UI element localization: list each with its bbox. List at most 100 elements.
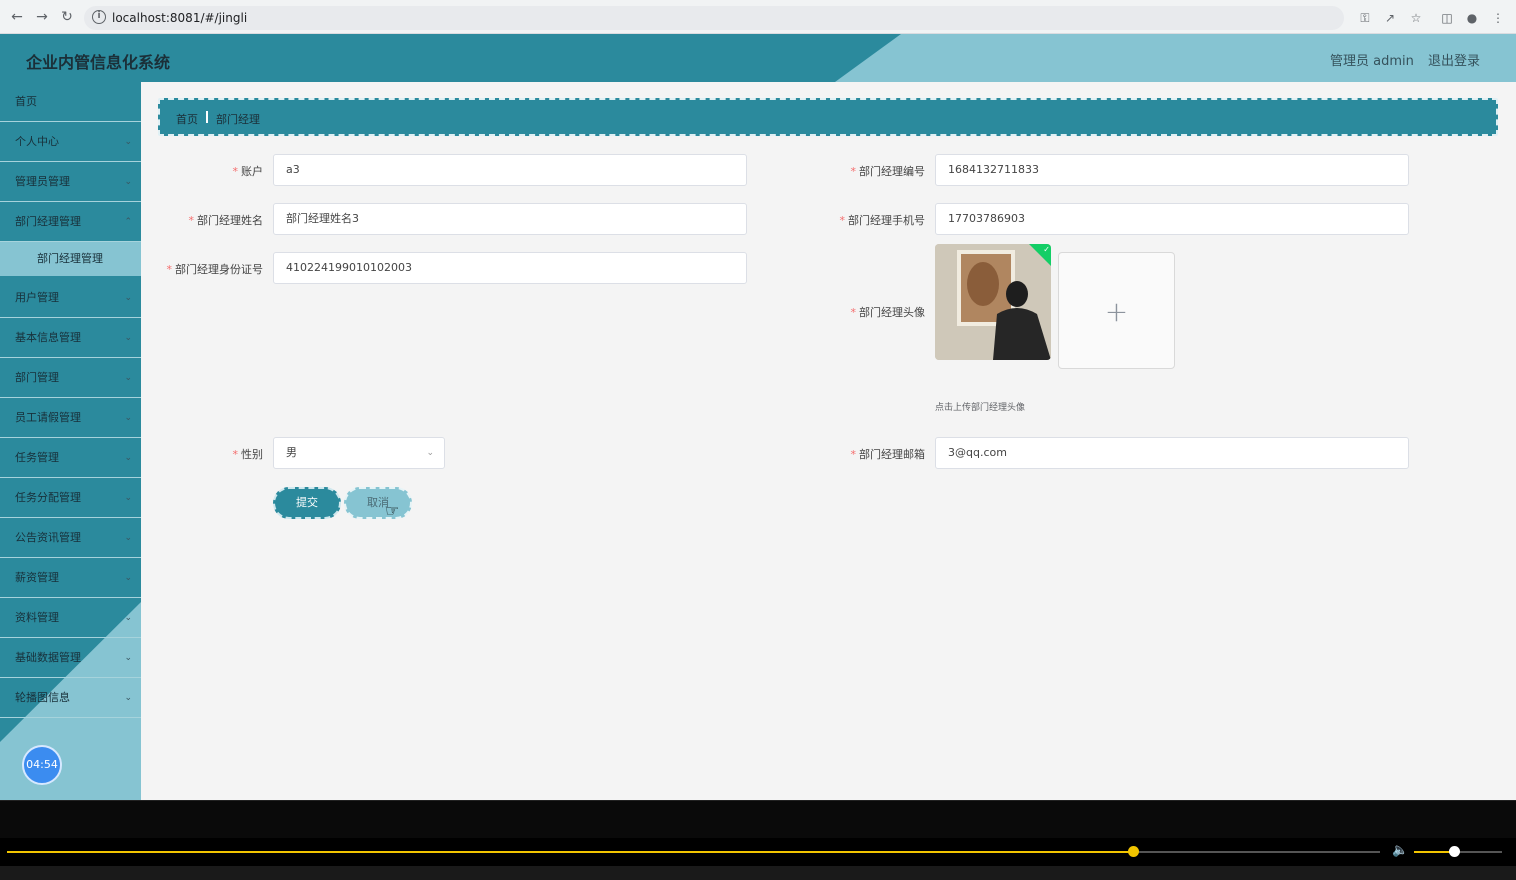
chevron-down-icon: ⌄ <box>124 533 132 543</box>
sidebar-item-label: 用户管理 <box>15 291 59 304</box>
avatar-label: * 部门经理头像 <box>850 306 926 319</box>
sidebar-subitem-manager[interactable]: 部门经理管理 <box>0 242 141 276</box>
sidebar-item-department[interactable]: 部门管理 ⌄ <box>0 358 141 398</box>
sidebar-item-label: 部门管理 <box>15 371 59 384</box>
volume-slider[interactable] <box>1414 846 1502 857</box>
sidebar-item-users[interactable]: 用户管理 ⌄ <box>0 278 141 318</box>
star-icon[interactable]: ☆ <box>1408 10 1424 26</box>
site-info-icon[interactable]: i <box>92 10 106 24</box>
app-header: 企业内管信息化系统 管理员 admin 退出登录 <box>0 34 1516 82</box>
profile-icon[interactable]: ● <box>1464 10 1480 26</box>
gender-select[interactable]: 男 ⌄ <box>273 437 445 469</box>
sidebar-item-base-data[interactable]: 基础数据管理 ⌄ <box>0 638 141 678</box>
sidebar-item-manager[interactable]: 部门经理管理 ⌃ <box>0 202 141 242</box>
sidebar-item-label: 员工请假管理 <box>15 411 81 424</box>
id-card-field[interactable]: 410224199010102003 <box>273 252 747 284</box>
sidebar-item-label: 首页 <box>15 95 37 108</box>
sidebar-item-label: 资料管理 <box>15 611 59 624</box>
email-field[interactable]: 3@qq.com <box>935 437 1409 469</box>
sidebar-item-admin[interactable]: 管理员管理 ⌄ <box>0 162 141 202</box>
sidebar-item-label: 轮播图信息 <box>15 691 70 704</box>
reload-icon[interactable]: ↻ <box>58 8 76 26</box>
progress-fill <box>7 851 1133 853</box>
sidebar-item-personal[interactable]: 个人中心 ⌄ <box>0 122 141 162</box>
sidebar-item-label: 管理员管理 <box>15 175 70 188</box>
chevron-down-icon: ⌄ <box>124 493 132 503</box>
back-icon[interactable]: ← <box>8 8 26 26</box>
current-user: 管理员 admin <box>1330 54 1414 69</box>
breadcrumb-current: 部门经理 <box>216 113 260 126</box>
chevron-down-icon: ⌄ <box>124 653 132 663</box>
sidebar-item-label: 任务管理 <box>15 451 59 464</box>
player-bottom-strip <box>0 866 1516 880</box>
breadcrumb: 首页 部门经理 <box>158 98 1498 136</box>
share-icon[interactable]: ↗ <box>1382 10 1398 26</box>
sidebar-item-label: 任务分配管理 <box>15 491 81 504</box>
chevron-down-icon: ⌄ <box>124 373 132 383</box>
chevron-down-icon: ⌄ <box>124 413 132 423</box>
logout-link[interactable]: 退出登录 <box>1428 50 1480 69</box>
account-field[interactable]: a3 <box>273 154 747 186</box>
chevron-down-icon: ⌄ <box>124 137 132 147</box>
sidebar-item-task-assign[interactable]: 任务分配管理 ⌄ <box>0 478 141 518</box>
sidebar-item-materials[interactable]: 资料管理 ⌄ <box>0 598 141 638</box>
sidebar-item-label: 基本信息管理 <box>15 331 81 344</box>
gender-label: * 性别 <box>232 448 264 461</box>
chevron-down-icon: ⌄ <box>426 448 434 458</box>
phone-label: * 部门经理手机号 <box>839 214 926 227</box>
chevron-down-icon: ⌄ <box>124 293 132 303</box>
number-label: * 部门经理编号 <box>850 165 926 178</box>
check-icon: ✓ <box>1043 245 1050 254</box>
sidebar-item-news[interactable]: 公告资讯管理 ⌄ <box>0 518 141 558</box>
url-text: localhost:8081/#/jingli <box>112 11 248 25</box>
manager-number-field[interactable]: 1684132711833 <box>935 154 1409 186</box>
volume-handle[interactable] <box>1448 846 1460 857</box>
forward-icon[interactable]: → <box>33 8 51 26</box>
progress-handle[interactable] <box>1127 846 1139 857</box>
chevron-up-icon: ⌃ <box>124 217 132 227</box>
sidebar-item-label: 部门经理管理 <box>37 252 103 265</box>
sidebar-item-leave[interactable]: 员工请假管理 ⌄ <box>0 398 141 438</box>
progress-bar[interactable] <box>7 846 1380 857</box>
chevron-down-icon: ⌄ <box>124 177 132 187</box>
sidebar-item-basic-info[interactable]: 基本信息管理 ⌄ <box>0 318 141 358</box>
volume-icon[interactable]: 🔈 <box>1392 843 1408 858</box>
upload-tip: 点击上传部门经理头像 <box>935 403 1026 413</box>
main-content: 首页 部门经理 * 账户 a3 * 部门经理编号 1684132711833 * 部门… <box>141 82 1516 800</box>
sidepanel-icon[interactable]: ◫ <box>1439 10 1455 26</box>
upload-success-badge: ✓ <box>1029 244 1051 266</box>
sidebar-item-home[interactable]: 首页 <box>0 82 141 122</box>
player-top-strip <box>0 800 1516 838</box>
sidebar-item-tasks[interactable]: 任务管理 ⌄ <box>0 438 141 478</box>
avatar-upload-button[interactable]: + <box>1058 252 1175 369</box>
sidebar-item-salary[interactable]: 薪资管理 ⌄ <box>0 558 141 598</box>
hand-cursor-icon: ☞ <box>385 501 400 520</box>
sidebar-item-label: 基础数据管理 <box>15 651 81 664</box>
breadcrumb-home[interactable]: 首页 <box>176 111 198 127</box>
chevron-down-icon: ⌄ <box>124 453 132 463</box>
cancel-button[interactable]: 取消 <box>344 487 412 519</box>
sidebar-item-carousel[interactable]: 轮播图信息 ⌄ <box>0 678 141 718</box>
sidebar-item-label: 公告资讯管理 <box>15 531 81 544</box>
key-icon[interactable]: ⚿ <box>1357 10 1373 26</box>
app-title: 企业内管信息化系统 <box>26 53 171 72</box>
sidebar-item-label: 部门经理管理 <box>15 215 81 228</box>
browser-toolbar: ← → ↻ i localhost:8081/#/jingli ⚿ ↗ ☆ ◫ … <box>0 0 1516 34</box>
sidebar-item-label: 薪资管理 <box>15 571 59 584</box>
recording-timer[interactable]: 04:54 <box>22 745 62 785</box>
chevron-down-icon: ⌄ <box>124 613 132 623</box>
gender-selected-value: 男 <box>286 446 297 459</box>
address-bar[interactable] <box>84 6 1344 30</box>
menu-icon[interactable]: ⋮ <box>1490 10 1506 26</box>
sidebar: 首页 个人中心 ⌄ 管理员管理 ⌄ 部门经理管理 ⌃ 部门经理管理 用户管理 ⌄ 基本信… <box>0 82 141 800</box>
avatar-preview[interactable]: ✓ <box>935 244 1051 360</box>
manager-name-field[interactable]: 部门经理姓名3 <box>273 203 747 235</box>
account-label: * 账户 <box>232 165 264 178</box>
name-label: * 部门经理姓名 <box>188 214 264 227</box>
chevron-down-icon: ⌄ <box>124 573 132 583</box>
manager-phone-field[interactable]: 17703786903 <box>935 203 1409 235</box>
chevron-down-icon: ⌄ <box>124 333 132 343</box>
volume-fill <box>1414 851 1454 853</box>
submit-button[interactable]: 提交 <box>273 487 341 519</box>
breadcrumb-separator <box>206 111 208 123</box>
